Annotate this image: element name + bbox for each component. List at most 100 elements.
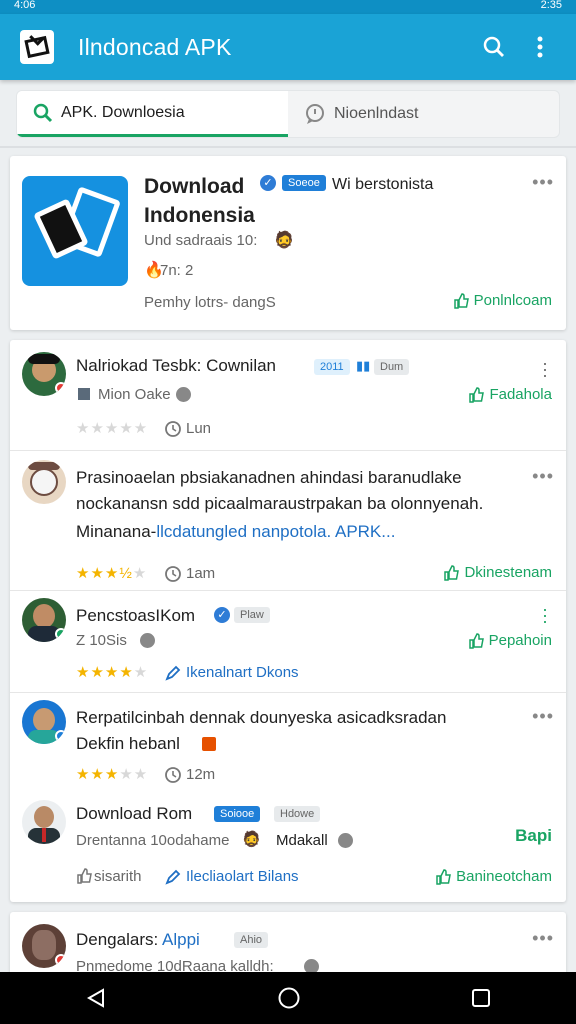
search-icon [33,103,53,122]
thumbs-up-icon [468,632,484,649]
item-title: Dengalars: Alppi [76,930,200,949]
item-description: Dekfin hebanl [76,734,180,753]
featured-app-icon [22,176,128,286]
item-time: 1am [186,565,216,582]
item-badge: Plaw [234,606,270,624]
item-time: Lun [186,420,212,437]
featured-app-card[interactable]: Download Indonensia ✓ Soeoe Wi berstonis… [10,156,566,330]
app-bar: Ilndoncad APK [0,14,576,80]
thumbs-up-icon [444,564,460,581]
edit-icon [164,664,182,687]
thumbs-up-icon [436,868,451,885]
item-action: Dkinestenam [464,564,552,581]
featured-action-label: Ponlnlcoam [473,292,552,309]
chat-icon [306,104,324,124]
gift-icon [202,737,216,751]
status-right: 2:35 [540,0,562,11]
status-time: 4:06 [14,0,36,11]
avatar-emoji-icon: 🧔 [242,831,261,848]
item-badge: Soiooe [214,805,261,823]
item-meta: Z 10Sis [76,632,127,649]
info-icon [140,633,155,648]
system-nav-bar [0,972,576,1024]
download-button[interactable]: Fadahola [468,386,552,403]
item-action: Banineotcham [456,868,552,885]
item-bottom-left: sisarith [94,868,142,885]
more-horiz-icon[interactable]: ••• [532,172,554,193]
recents-icon[interactable] [471,988,491,1008]
more-horiz-icon[interactable]: ••• [532,466,554,487]
item-time: 12m [186,766,216,783]
rating-stars: ★★★½★ [76,565,148,582]
item-title: Prasinoaelan pbsiakanadnen ahindasi bara… [76,468,462,487]
item-title: Download Rom [76,804,193,823]
avatar [22,598,66,642]
download-app-logo-icon [20,30,54,64]
clock-icon [164,766,182,789]
home-icon[interactable] [277,986,301,1010]
info-icon [338,833,353,848]
thumbs-up-icon [469,386,485,403]
list-item[interactable]: Prasinoaelan pbsiakanadnen ahindasi bara… [10,450,566,590]
download-button[interactable]: Pepahoin [468,632,552,649]
more-horiz-icon[interactable]: ••• [532,706,554,727]
avatar [22,352,66,396]
list-item[interactable]: PencstoasIKom ✓ Plaw · · · Z 10Sis ★★★★★ I… [10,590,566,692]
avatar [22,924,66,968]
item-meta: Mion Oake [98,386,171,403]
back-icon[interactable] [85,987,107,1009]
avatar [22,460,66,504]
item-badge: 2011 [314,358,350,376]
item-badge: Ahio [234,931,269,949]
item-action: Fadahola [489,386,552,403]
featured-footer: Pemhy lotrs- dangS [144,294,276,311]
item-title: Rerpatilcinbah dennak dounyeska asicadks… [76,708,447,727]
list-item[interactable]: Nalriokad Tesbk: Cownilan 2011 ▮▮ Dum · ·… [10,340,566,450]
featured-badge: Soeoe [282,174,326,192]
app-title: Ilndoncad APK [78,33,232,60]
thumbs-up-icon [453,292,469,309]
featured-download-button[interactable]: Ponlnlcoam [453,292,552,309]
featured-meta-2: 7n: 2 [160,262,194,279]
bar-chart-icon: ▮▮ [356,358,371,373]
download-button[interactable]: Dkinestenam [443,564,552,581]
avatar [22,800,66,844]
rating-stars: ★★★★★ [76,766,149,783]
share-icon [76,868,92,889]
more-vert-icon[interactable] [520,27,560,67]
rating-stars: ★★★★★ [76,664,149,681]
app-list-card: Nalriokad Tesbk: Cownilan 2011 ▮▮ Dum · ·… [10,340,566,902]
item-badge-2: Hdowe [274,805,321,823]
featured-verified-icon: ✓ [260,174,276,192]
more-vert-icon[interactable]: · · · [542,354,548,384]
item-title: Nalriokad Tesbk: Cownilan [76,356,277,375]
rating-stars: ★★★★★ [76,420,149,437]
item-meta-b: Mdakall [276,832,328,849]
item-badge-2: Dum [374,358,410,376]
search-tabs: APK. Downloesia Nioenlndast [16,90,560,138]
download-button[interactable]: Banineotcham [435,868,552,885]
tab-discussion[interactable]: Nioenlndast [288,91,559,137]
more-horiz-icon[interactable]: ••• [532,928,554,949]
tab-apk-label: APK. Downloesia [61,103,185,121]
publisher-icon [78,388,90,400]
list-item[interactable]: Rerpatilcinbah dennak dounyeska asicadks… [10,692,566,792]
featured-subtitle: Wi berstonista [332,176,434,193]
verified-icon: ✓ [214,606,230,624]
edit-icon [164,868,182,891]
item-action: Pepahoin [488,632,552,649]
status-bar: 4:06 2:35 [0,0,576,14]
search-icon[interactable] [474,27,514,67]
item-link[interactable]: llcdatungled nanpotola. APRK... [156,522,395,541]
item-title: PencstoasIKom [76,606,196,625]
item-description-tail: Minanana-llcdatungled nanpotola. APRK... [76,522,396,541]
divider [0,146,576,148]
more-vert-icon[interactable]: · · · [542,600,548,630]
tab-discussion-label: Nioenlndast [334,105,419,122]
list-item[interactable]: Download Rom Soiooe Hdowe Drentanna 10od… [10,792,566,902]
tab-apk-search[interactable]: APK. Downloesia [17,91,288,137]
item-link[interactable]: Ilecliaolart Bilans [186,868,299,885]
item-description: nockanansn sdd picaalmaraustrpakan ba ol… [76,494,484,513]
clock-icon [164,420,182,443]
item-link[interactable]: Ikenalnart Dkons [186,664,299,681]
